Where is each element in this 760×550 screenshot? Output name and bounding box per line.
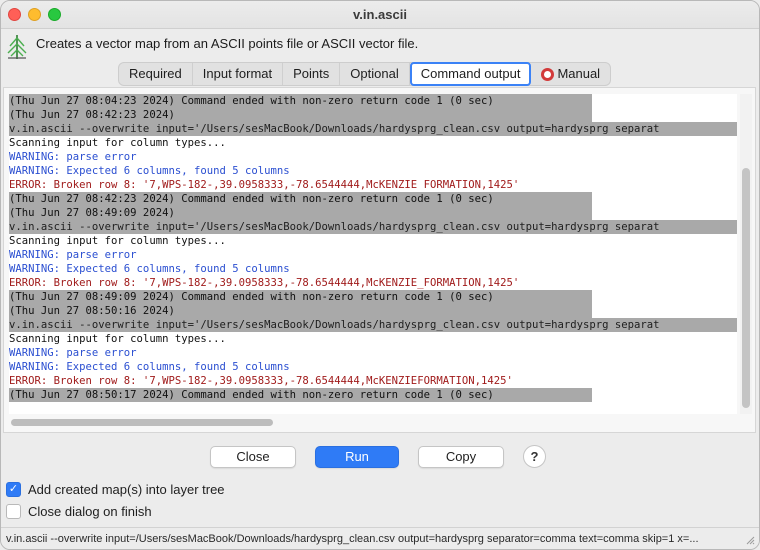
console-line-warn: WARNING: parse error xyxy=(9,249,137,261)
console-line-cmd: (Thu Jun 27 08:04:23 2024) Command ended… xyxy=(9,94,592,108)
status-command-text: v.in.ascii --overwrite input=/Users/sesM… xyxy=(6,533,699,545)
lifebuoy-icon xyxy=(541,67,555,81)
tab-input-format[interactable]: Input format xyxy=(193,63,284,85)
console-line-cmd: (Thu Jun 27 08:42:23 2024) xyxy=(9,108,592,122)
tab-required[interactable]: Required xyxy=(119,63,193,85)
horizontal-scroll-thumb[interactable] xyxy=(11,419,273,426)
console-line-cmd: (Thu Jun 27 08:50:17 2024) Command ended… xyxy=(9,388,592,402)
console-line-text: (Thu Jun 27 08:49:09 2024) Command ended… xyxy=(9,290,592,304)
close-button[interactable]: Close xyxy=(210,446,296,468)
console-line-cmd: (Thu Jun 27 08:49:09 2024) Command ended… xyxy=(9,290,592,304)
console-line-cmdfull: v.in.ascii --overwrite input='/Users/ses… xyxy=(9,122,737,136)
close-on-finish-checkbox[interactable] xyxy=(6,503,21,519)
add-to-layer-tree-label: Add created map(s) into layer tree xyxy=(28,481,225,497)
close-on-finish-option[interactable]: Close dialog on finish xyxy=(6,503,152,519)
console-line-warn: WARNING: Expected 6 columns, found 5 col… xyxy=(9,361,290,373)
module-header: Creates a vector map from an ASCII point… xyxy=(1,30,759,62)
console-line-warn: WARNING: Expected 6 columns, found 5 col… xyxy=(9,263,290,275)
copy-button[interactable]: Copy xyxy=(418,446,504,468)
console-line-plain: Scanning input for column types... xyxy=(9,137,226,149)
run-button[interactable]: Run xyxy=(315,446,399,468)
console-line-warn: WARNING: Expected 6 columns, found 5 col… xyxy=(9,165,290,177)
console-line-text: (Thu Jun 27 08:49:09 2024) xyxy=(9,206,592,220)
help-button[interactable]: ? xyxy=(523,445,546,468)
module-description: Creates a vector map from an ASCII point… xyxy=(36,36,419,51)
console-line-text: v.in.ascii --overwrite input='/Users/ses… xyxy=(9,318,737,332)
command-output-console[interactable]: (Thu Jun 27 08:04:23 2024) Command ended… xyxy=(9,94,737,414)
console-line-warn: WARNING: parse error xyxy=(9,347,137,359)
command-output-panel: (Thu Jun 27 08:04:23 2024) Command ended… xyxy=(3,87,756,433)
console-line-cmd: (Thu Jun 27 08:49:09 2024) xyxy=(9,206,592,220)
console-line-text: (Thu Jun 27 08:50:17 2024) Command ended… xyxy=(9,388,592,402)
console-line-plain: Scanning input for column types... xyxy=(9,235,226,247)
console-line-warn: WARNING: parse error xyxy=(9,151,137,163)
horizontal-scrollbar[interactable] xyxy=(9,416,737,428)
console-line-cmd: (Thu Jun 27 08:42:23 2024) Command ended… xyxy=(9,192,592,206)
console-line-text: (Thu Jun 27 08:50:16 2024) xyxy=(9,304,592,318)
tab-command-output[interactable]: Command output xyxy=(409,62,532,86)
window-title: v.in.ascii xyxy=(353,7,407,22)
console-line-text: v.in.ascii --overwrite input='/Users/ses… xyxy=(9,122,737,136)
dialog-window: v.in.ascii Creates a vector map from an … xyxy=(0,0,760,550)
console-line-text: (Thu Jun 27 08:42:23 2024) xyxy=(9,108,592,122)
add-to-layer-tree-checkbox[interactable]: ✓ xyxy=(6,481,21,497)
tab-manual-label: Manual xyxy=(557,66,601,81)
close-on-finish-label: Close dialog on finish xyxy=(28,503,152,519)
vertical-scroll-thumb[interactable] xyxy=(742,168,750,408)
status-bar: v.in.ascii --overwrite input=/Users/sesM… xyxy=(1,527,759,549)
console-line-err: ERROR: Broken row 8: '7,WPS-182-,39.0958… xyxy=(9,277,520,289)
tab-points[interactable]: Points xyxy=(283,63,341,85)
add-to-layer-tree-option[interactable]: ✓ Add created map(s) into layer tree xyxy=(6,481,225,497)
console-line-cmdfull: v.in.ascii --overwrite input='/Users/ses… xyxy=(9,220,737,234)
console-line-plain: Scanning input for column types... xyxy=(9,333,226,345)
vector-import-icon xyxy=(7,35,27,59)
resize-grip-icon[interactable] xyxy=(745,535,755,545)
console-line-err: ERROR: Broken row 8: '7,WPS-182-,39.0958… xyxy=(9,375,513,387)
tab-bar: Required Input format Points Optional Co… xyxy=(118,62,612,86)
console-line-cmdfull: v.in.ascii --overwrite input='/Users/ses… xyxy=(9,318,737,332)
vertical-scrollbar[interactable] xyxy=(740,94,752,414)
tab-manual[interactable]: Manual xyxy=(531,63,610,85)
console-line-cmd: (Thu Jun 27 08:50:16 2024) xyxy=(9,304,592,318)
title-bar: v.in.ascii xyxy=(1,1,759,29)
console-line-text: (Thu Jun 27 08:04:23 2024) Command ended… xyxy=(9,94,592,108)
console-line-text: v.in.ascii --overwrite input='/Users/ses… xyxy=(9,220,737,234)
console-line-err: ERROR: Broken row 8: '7,WPS-182-,39.0958… xyxy=(9,179,520,191)
tab-optional[interactable]: Optional xyxy=(340,63,410,85)
console-line-text: (Thu Jun 27 08:42:23 2024) Command ended… xyxy=(9,192,592,206)
